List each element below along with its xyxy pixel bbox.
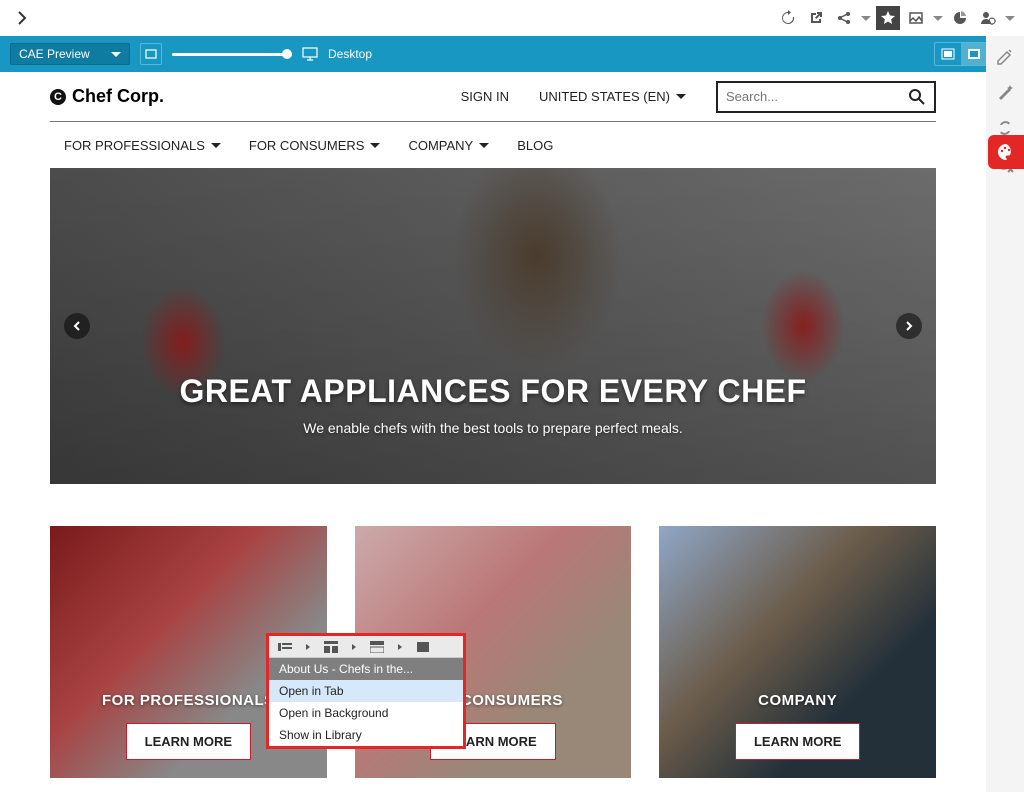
site-header: C Chef Corp. SIGN IN UNITED STATES (EN): [50, 72, 936, 122]
preview-mode-label: CAE Preview: [19, 47, 90, 61]
nav-consumers[interactable]: FOR CONSUMERS: [249, 138, 381, 153]
user-settings-icon[interactable]: [976, 6, 1000, 30]
preview-stage[interactable]: C Chef Corp. SIGN IN UNITED STATES (EN) …: [0, 72, 986, 792]
card-row: FOR PROFESSIONALS LEARN MORE FOR CONSUME…: [50, 526, 936, 778]
hero-prev-icon[interactable]: [64, 313, 90, 339]
context-menu: About Us - Chefs in the... Open in Tab O…: [266, 633, 466, 749]
app-toolbar: [0, 0, 1024, 36]
viewport-label: Desktop: [328, 47, 372, 61]
search-box[interactable]: [716, 81, 936, 113]
locale-selector[interactable]: UNITED STATES (EN): [539, 89, 686, 104]
ctx-tab-caret-icon[interactable]: [305, 643, 311, 651]
ctx-tab-caret-icon[interactable]: [397, 643, 403, 651]
share-icon[interactable]: [832, 6, 856, 30]
card-company[interactable]: COMPANY LEARN MORE: [659, 526, 936, 778]
locale-label: UNITED STATES (EN): [539, 89, 670, 104]
brand-logo[interactable]: C Chef Corp.: [50, 86, 164, 107]
view-mode-b-icon[interactable]: [961, 43, 987, 65]
nav-blog[interactable]: BLOG: [517, 138, 553, 153]
chevron-down-icon[interactable]: [932, 6, 944, 30]
desktop-viewport-icon[interactable]: [302, 47, 318, 61]
chevron-down-icon: [479, 143, 489, 148]
device-rotate-icon[interactable]: [140, 43, 162, 65]
site-root: C Chef Corp. SIGN IN UNITED STATES (EN) …: [10, 72, 976, 778]
context-item-show-library[interactable]: Show in Library: [269, 724, 463, 746]
search-icon[interactable]: [908, 88, 926, 106]
brand-name: Chef Corp.: [72, 86, 164, 107]
hero-title: GREAT APPLIANCES FOR EVERY CHEF: [179, 373, 806, 410]
ctx-tab-icon[interactable]: [369, 640, 385, 654]
logo-mark-icon: C: [50, 89, 66, 105]
ctx-tab-icon[interactable]: [323, 640, 339, 654]
site-nav: FOR PROFESSIONALS FOR CONSUMERS COMPANY …: [50, 122, 936, 168]
context-item-open-tab[interactable]: Open in Tab: [269, 680, 463, 702]
ctx-tab-caret-icon[interactable]: [351, 643, 357, 651]
caret-down-icon: [676, 94, 686, 99]
chevron-down-icon[interactable]: [1004, 6, 1016, 30]
hero-banner: GREAT APPLIANCES FOR EVERY CHEF We enabl…: [50, 168, 936, 484]
image-icon[interactable]: [904, 6, 928, 30]
chevron-down-icon: [111, 52, 121, 57]
nav-professionals[interactable]: FOR PROFESSIONALS: [64, 138, 221, 153]
chevron-down-icon: [370, 143, 380, 148]
card-title: FOR PROFESSIONALS: [102, 692, 275, 709]
hero-next-icon[interactable]: [896, 313, 922, 339]
card-title: COMPANY: [758, 692, 837, 709]
rail-wand-icon[interactable]: [993, 80, 1017, 104]
preview-mode-select[interactable]: CAE Preview: [10, 43, 130, 65]
context-menu-title: About Us - Chefs in the...: [269, 658, 463, 680]
rail-edit-icon[interactable]: [993, 44, 1017, 68]
chevron-down-icon: [211, 143, 221, 148]
chevron-down-icon[interactable]: [860, 6, 872, 30]
pie-chart-icon[interactable]: [948, 6, 972, 30]
ctx-tab-icon[interactable]: [415, 640, 431, 654]
reload-icon[interactable]: [776, 6, 800, 30]
search-input[interactable]: [726, 89, 908, 104]
collapse-chevron-icon[interactable]: [8, 4, 36, 32]
bookmark-star-icon[interactable]: [876, 6, 900, 30]
context-item-open-background[interactable]: Open in Background: [269, 702, 463, 724]
learn-more-button[interactable]: LEARN MORE: [735, 723, 860, 760]
learn-more-button[interactable]: LEARN MORE: [126, 723, 251, 760]
context-menu-tabs: [269, 636, 463, 658]
zoom-slider[interactable]: [172, 53, 292, 56]
nav-company[interactable]: COMPANY: [408, 138, 489, 153]
hero-subtitle: We enable chefs with the best tools to p…: [303, 420, 683, 436]
palette-fab-icon[interactable]: [988, 135, 1024, 169]
preview-bar: CAE Preview Desktop: [0, 36, 1024, 72]
open-external-icon[interactable]: [804, 6, 828, 30]
ctx-tab-icon[interactable]: [277, 640, 293, 654]
sign-in-link[interactable]: SIGN IN: [461, 89, 509, 104]
view-mode-a-icon[interactable]: [935, 43, 961, 65]
